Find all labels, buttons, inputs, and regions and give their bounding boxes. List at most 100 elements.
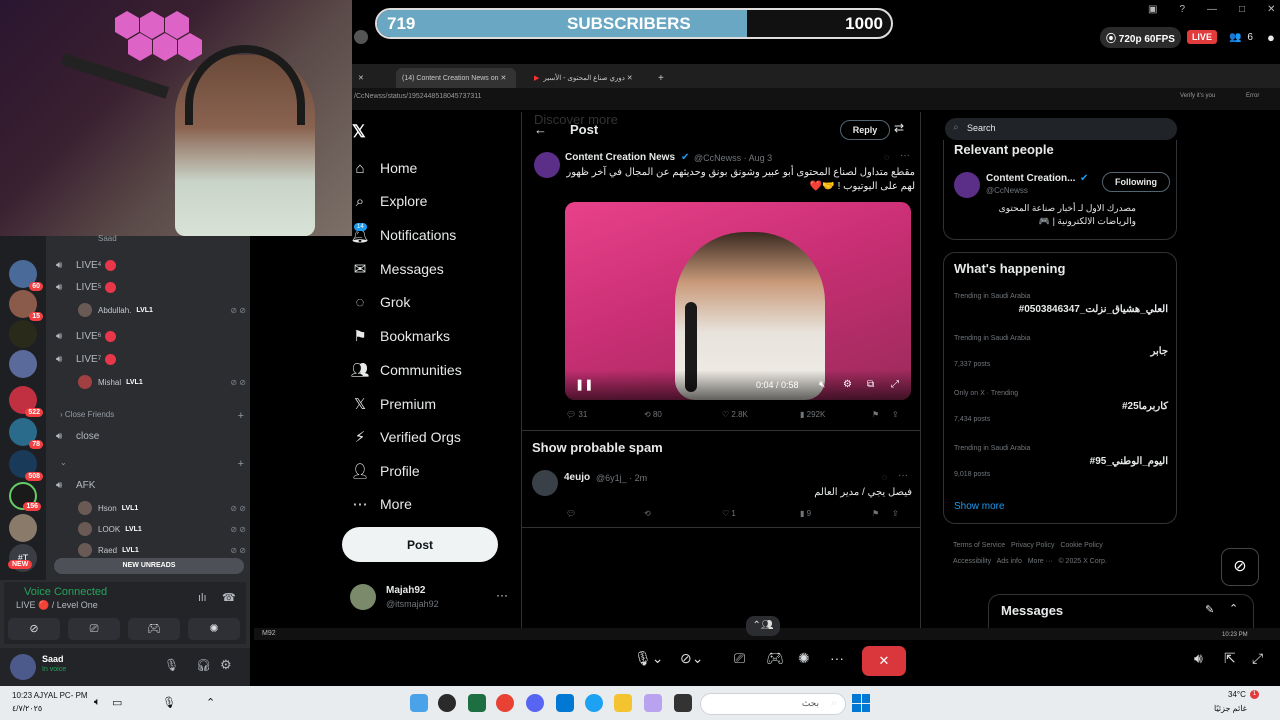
signal-icon[interactable]: ılı [198,592,207,604]
more-icon[interactable]: ··· [898,470,908,481]
maximize-icon[interactable]: □ [1239,4,1245,15]
tweet-author[interactable]: Content Creation News [565,152,675,163]
edge-icon[interactable] [585,694,603,712]
store-icon[interactable] [556,694,574,712]
end-stream-button[interactable]: ✕ [862,646,906,676]
spam-author[interactable]: 4eujo [564,472,590,483]
nav-premium[interactable]: 𝕏 Premium [350,390,436,418]
voice-channel[interactable]: 🔊︎ LIVE 4 [56,256,246,274]
search-input[interactable]: ⌕ Search [945,118,1177,140]
nav-communities[interactable]: 👥︎ Communities [350,356,461,384]
voice-channel[interactable]: 🔊︎ AFK [56,476,246,494]
repost-action[interactable]: ⟲ [644,509,722,518]
voice-user-row[interactable]: LOOK LVL1 ⊘ ⊘ [78,521,246,537]
new-tab-button[interactable]: + [652,68,670,88]
voice-channel[interactable]: 🔊︎ close [56,427,246,445]
display-icon[interactable]: ▭ [112,696,122,709]
footer-link[interactable]: Privacy Policy [1011,542,1055,549]
footer-link[interactable]: Ads info [997,558,1022,565]
settings-sliders-icon[interactable]: ⇄ [894,121,904,135]
browser-tab-youtube[interactable]: ▶ دوري صناع المحتوى - الأسير ✕ [528,68,648,88]
account-switcher[interactable]: Majah92 @itsmajah92 ··· [350,584,510,614]
category-header[interactable]: ⌄ + [60,458,244,470]
weather-text[interactable]: غائم جزئيًا [1214,704,1247,713]
disconnect-icon[interactable]: ☎ [222,591,236,604]
speaker-icon[interactable]: 🔈︎ [94,696,101,709]
gear-icon[interactable]: ⚙ [220,657,232,673]
screen-share-icon[interactable]: ⎚ [734,650,745,667]
app-icon[interactable] [438,694,456,712]
windows-start-icon[interactable] [852,694,870,712]
voice-channel[interactable]: 🔊︎ LIVE 5 [56,278,246,296]
post-button[interactable]: Post [342,527,498,562]
soundboard-button[interactable]: ✺ [188,618,240,640]
nav-profile[interactable]: 👤︎ Profile [350,457,419,485]
views-action[interactable]: ▮ 292K [800,410,872,419]
voice-user-row[interactable]: Abdullah. LVL1 ⊘ ⊘ [78,302,246,318]
discord-icon[interactable] [526,694,544,712]
taskbar-clock[interactable]: 10:23 AJYAL PC- PM [12,691,88,700]
more-icon[interactable]: ··· [900,150,910,161]
footer-link[interactable]: Cookie Policy [1060,542,1102,549]
headphones-icon[interactable]: 🎧︎ [196,658,211,672]
share-icon[interactable]: ⇪ [892,410,899,419]
app-icon[interactable] [410,694,428,712]
nav-grok[interactable]: ◌ Grok [350,288,411,316]
tweet-video[interactable]: ❚❚ 0:04 / 0:58 🔇︎ ⚙ ⧉ ⤢ [565,202,911,400]
relevant-name[interactable]: Content Creation... [986,173,1075,184]
trend-item[interactable]: Trending in Saudi Arabia #اليوم_الوطني_9… [954,445,1168,478]
address-bar[interactable]: /CcNewss/status/1952448518045737311 Veri… [352,88,1280,110]
inbox-icon[interactable]: ▣ [1148,4,1157,15]
new-unreads-pill[interactable]: NEW UNREADS [54,558,244,574]
camera-off-button[interactable]: ⊘ [8,618,60,640]
footer-link[interactable]: Accessibility [953,558,991,565]
like-action[interactable]: ♡ 1 [722,509,800,518]
voice-channel[interactable]: 🔊︎ LIVE 6 [56,327,246,345]
temperature[interactable]: 34°C [1228,690,1246,699]
screen-share-button[interactable]: ⎚ [68,618,120,640]
voice-connected-label[interactable]: Voice Connected [24,586,107,598]
discord-username[interactable]: Saad [42,654,64,664]
microphone-icon[interactable]: 🎙︎ [162,696,176,709]
share-icon[interactable]: ⇪ [892,509,899,518]
minimize-icon[interactable]: — [1207,4,1217,15]
messages-drawer[interactable]: Messages ✎ ⌃ [988,594,1254,628]
voice-user[interactable]: Saad [98,234,117,243]
server-icon[interactable] [9,320,37,348]
microphone-icon[interactable]: 🎙︎⌄ [634,650,664,667]
activity-button[interactable]: 🎮︎ [128,618,180,640]
nav-home[interactable]: ⌂ Home [350,154,417,182]
pause-icon[interactable]: ❚❚ [575,378,593,391]
spam-heading[interactable]: Show probable spam [532,440,663,455]
voice-user-row[interactable]: Mishal LVL1 ⊘ ⊘ [78,374,246,390]
trend-item[interactable]: Only on X · Trending #كاربرما25 7,434 po… [954,390,1168,423]
server-icon[interactable]: 60 [9,260,43,291]
bookmark-icon[interactable]: ⚑ [872,410,892,419]
more-icon[interactable]: ··· [496,588,508,602]
taskbar-date[interactable]: ٤/٧/٢٠٢٥ [12,704,42,713]
add-channel-icon[interactable]: + [238,410,244,422]
gear-icon[interactable]: ⚙ [843,379,852,390]
browser-tab-x[interactable]: (14) Content Creation News on ✕ [396,68,516,88]
pip-icon[interactable]: ⧉ [867,379,874,390]
trend-item[interactable]: Trending in Saudi Arabia جابر 7,337 post… [954,335,1168,368]
reply-action[interactable]: 💬︎ 31 [566,410,644,419]
volume-icon[interactable]: 🔊︎ [1194,650,1203,667]
avatar[interactable] [10,654,36,680]
following-button[interactable]: Following [1102,172,1170,192]
back-arrow-icon[interactable]: ← [534,122,547,137]
server-icon[interactable]: 156 [9,482,41,511]
compose-icon[interactable]: ✎ [1205,603,1214,616]
server-icon[interactable] [9,350,37,378]
nav-explore[interactable]: ⌕ Explore [350,187,428,215]
bookmark-icon[interactable]: ⚑ [872,509,892,518]
avatar[interactable] [534,152,560,178]
tab-close-icon[interactable]: ✕ [352,68,370,88]
server-icon[interactable]: 78 [9,418,43,449]
camera-off-icon[interactable]: ⊘⌄ [680,650,703,667]
fullscreen-icon[interactable]: ⤢ [1252,650,1263,667]
voice-channel[interactable]: 🔊︎ LIVE 7 [56,350,246,368]
soundboard-icon[interactable]: ✺ [798,650,810,667]
server-icon[interactable]: 15 [9,290,43,321]
error-label[interactable]: Error [1246,93,1259,99]
